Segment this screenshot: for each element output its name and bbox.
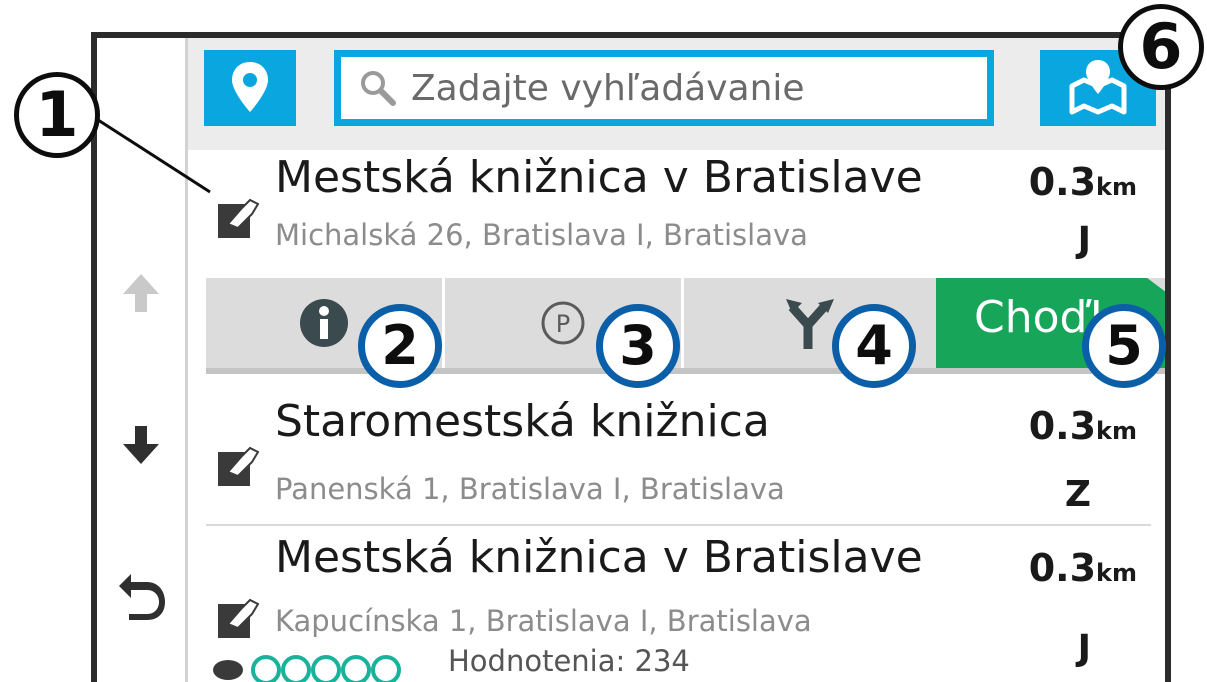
callout-3: 3 [591, 299, 685, 393]
callout-6: 6 [1118, 4, 1204, 90]
callout-5: 5 [1077, 299, 1171, 393]
callout-1: 1 [14, 72, 100, 158]
callout-2: 2 [353, 299, 447, 393]
callout-4: 4 [827, 299, 921, 393]
